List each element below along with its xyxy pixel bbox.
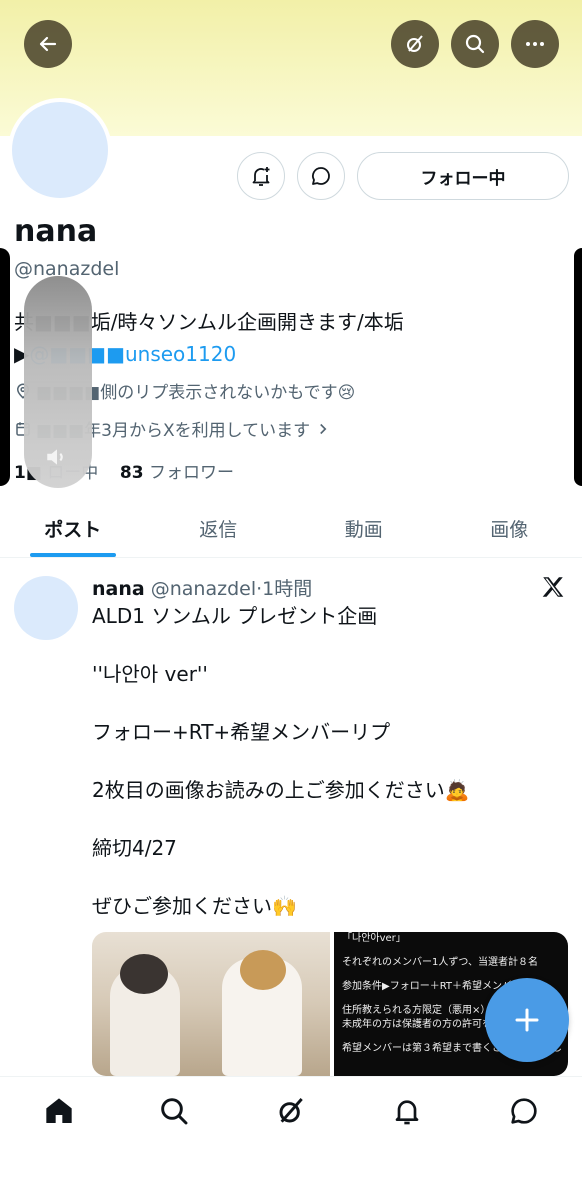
volume-hud [24,276,92,488]
grok-icon [279,1098,303,1123]
search-icon [465,34,485,54]
followers-label[interactable]: フォロワー [149,463,234,483]
nav-notifications[interactable] [389,1093,425,1129]
post-line: ''나안아 ver'' [92,662,208,686]
nav-home[interactable] [41,1093,77,1129]
post-author-name[interactable]: nana [92,578,145,600]
following-button[interactable]: フォロー中 [357,152,569,200]
media-text-line: 「나안아ver」 [342,933,406,944]
search-button[interactable] [451,20,499,68]
post-avatar[interactable] [14,576,78,640]
post-line: フォロー+RT+希望メンバーリプ [92,720,391,744]
home-icon [46,1098,72,1123]
tab-videos[interactable]: 動画 [291,500,437,557]
speaker-icon [47,449,63,465]
messages-icon [511,1098,537,1124]
message-icon [312,167,330,185]
post-author-handle[interactable]: @nanazdel [151,578,256,600]
plus-icon [515,1008,539,1032]
screen-edge-left [0,248,10,486]
nav-grok[interactable] [273,1093,309,1129]
back-arrow-icon [39,36,57,52]
tab-replies[interactable]: 返信 [146,500,292,557]
post-photo[interactable] [92,932,330,1076]
profile-tabs: ポスト 返信 動画 画像 [0,500,582,558]
screen-edge-right [574,248,582,486]
compose-button[interactable] [485,978,569,1062]
display-name: nana [14,214,98,249]
post-line: ぜひご参加ください🙌 [92,894,297,918]
notify-button[interactable] [237,152,285,200]
tab-posts[interactable]: ポスト [0,500,146,557]
message-button[interactable] [297,152,345,200]
grok-button[interactable] [391,20,439,68]
post-time: 1時間 [262,578,313,600]
back-button[interactable] [24,20,72,68]
post-body: ALD1 ソンムル プレゼント企画 ''나안아 ver'' フォロー+RT+希望… [92,602,470,950]
profile-avatar[interactable] [8,98,112,202]
more-icon [526,42,544,46]
tab-images[interactable]: 画像 [437,500,582,557]
photo-head-1 [120,954,168,994]
post-line: 2枚目の画像お読みの上ご参加ください🙇 [92,778,470,802]
media-text-line: それぞれのメンバー1人ずつ、当選者計８名 [342,957,538,968]
bottom-nav [0,1076,582,1199]
nav-messages[interactable] [506,1093,542,1129]
search-icon [161,1098,188,1125]
grok-icon [407,35,423,52]
notifications-icon [395,1100,419,1125]
post-header: nana @nanazdel·1時間 [92,574,312,601]
chevron-right-icon [320,423,327,434]
post-line: ALD1 ソンムル プレゼント企画 [92,604,378,628]
more-button[interactable] [511,20,559,68]
photo-head-2 [240,950,286,990]
followers-count[interactable]: 83 [120,463,144,483]
bell-plus-icon [252,167,270,186]
post-line: 締切4/27 [92,836,177,860]
x-logo-icon [542,577,564,597]
nav-search[interactable] [156,1093,192,1129]
